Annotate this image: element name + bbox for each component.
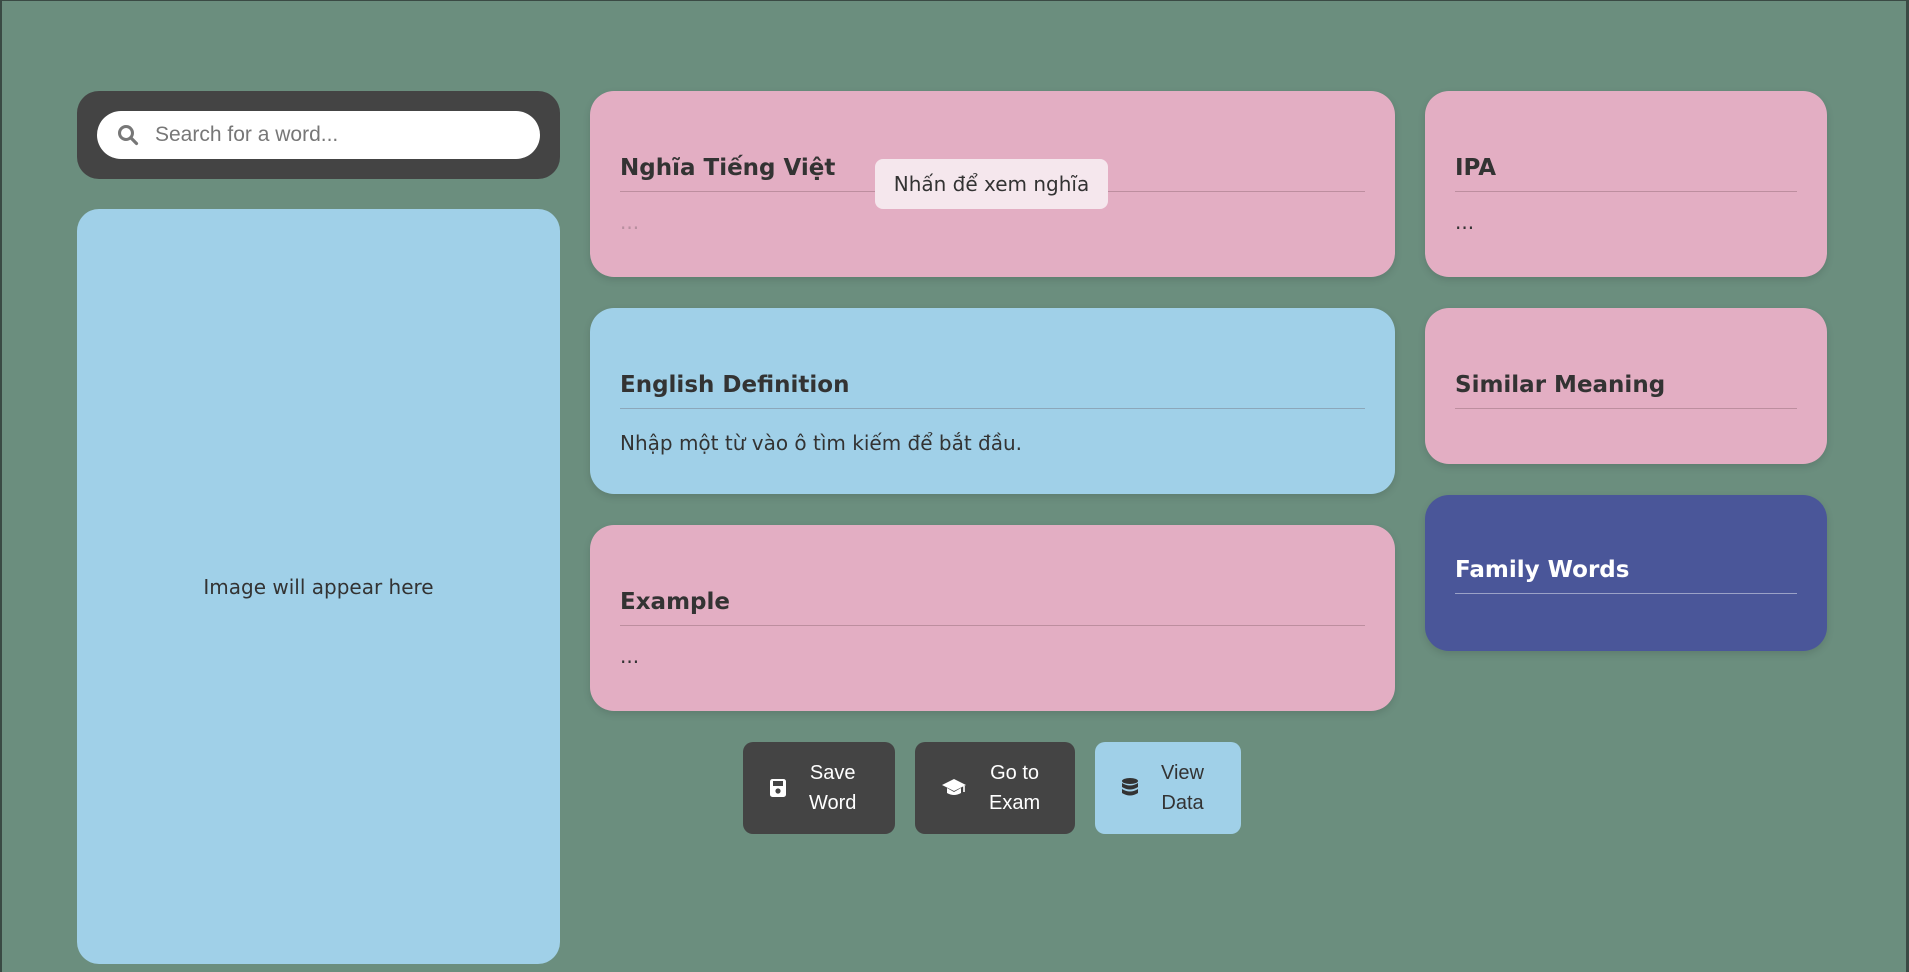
save-word-label-line1: Save [809,762,856,784]
database-icon [1122,778,1138,796]
view-data-button[interactable]: View Data [1095,742,1241,834]
english-definition-text: Nhập một từ vào ô tìm kiếm để bắt đầu. [620,431,1023,455]
family-words-card: Family Words [1425,495,1827,651]
search-input[interactable] [153,122,517,148]
example-card: Example ... [590,525,1395,711]
english-definition-card: English Definition Nhập một từ vào ô tìm… [590,308,1395,494]
go-to-exam-label: Go to Exam [989,758,1040,818]
save-word-label: Save Word [809,758,856,818]
save-word-label-line2: Word [809,792,857,814]
graduation-cap-icon [942,779,966,795]
example-title: Example [620,589,1365,626]
save-icon [770,779,786,797]
search-panel [77,91,560,179]
reveal-meaning-tooltip[interactable]: Nhấn để xem nghĩa [875,159,1108,209]
window-border-left [0,0,2,972]
english-definition-title: English Definition [620,372,1365,409]
view-data-label: View Data [1161,758,1204,818]
vietnamese-meaning-text: ... [620,210,640,234]
ipa-card: IPA ... [1425,91,1827,277]
image-panel: Image will appear here [77,209,560,964]
window-border-top [0,0,1909,1]
similar-meaning-title: Similar Meaning [1455,372,1797,409]
go-to-exam-label-line1: Go to [990,762,1040,784]
view-data-label-line1: View [1161,762,1204,784]
example-text: ... [620,644,640,668]
similar-meaning-card: Similar Meaning [1425,308,1827,464]
search-icon [118,125,139,146]
ipa-title: IPA [1455,155,1797,192]
view-data-label-line2: Data [1161,792,1204,814]
search-box[interactable] [97,111,540,159]
image-placeholder-text: Image will appear here [203,574,434,599]
save-word-button[interactable]: Save Word [743,742,895,834]
family-words-title: Family Words [1455,557,1797,594]
go-to-exam-button[interactable]: Go to Exam [915,742,1075,834]
ipa-text: ... [1455,210,1475,234]
go-to-exam-label-line2: Exam [989,792,1041,814]
